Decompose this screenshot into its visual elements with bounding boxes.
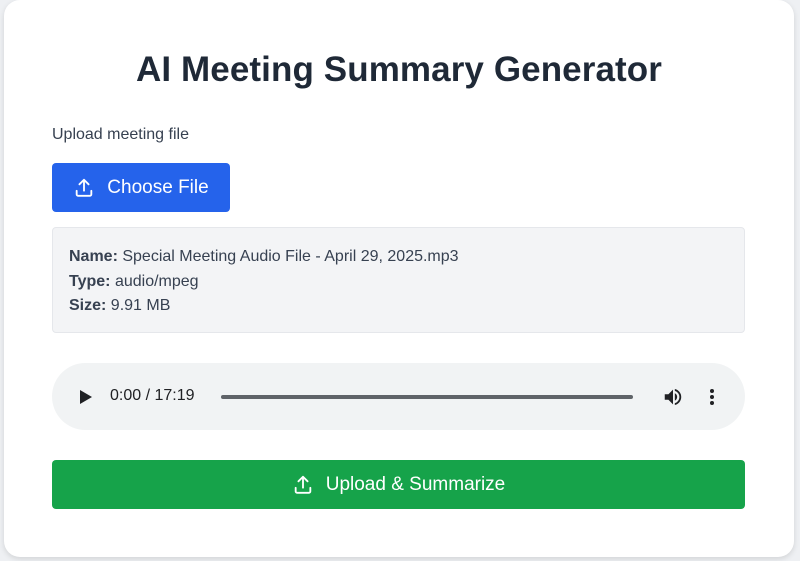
upload-icon bbox=[292, 474, 314, 496]
page-title: AI Meeting Summary Generator bbox=[136, 50, 662, 89]
file-type-value: audio/mpeg bbox=[114, 272, 199, 290]
file-name-row: Name: Special Meeting Audio File - April… bbox=[69, 245, 728, 270]
upload-summarize-label: Upload & Summarize bbox=[325, 473, 506, 495]
main-card: AI Meeting Summary Generator Upload meet… bbox=[4, 0, 794, 557]
upload-label: Upload meeting file bbox=[52, 126, 189, 143]
choose-file-label: Choose File bbox=[107, 176, 209, 198]
audio-progress-track[interactable] bbox=[221, 395, 633, 399]
play-icon[interactable] bbox=[79, 389, 93, 405]
file-size-label: Size: bbox=[69, 297, 107, 314]
upload-summarize-button[interactable]: Upload & Summarize bbox=[52, 460, 745, 509]
choose-file-button[interactable]: Choose File bbox=[52, 163, 230, 212]
file-size-row: Size: 9.91 MB bbox=[69, 294, 728, 319]
file-info-box: Name: Special Meeting Audio File - April… bbox=[52, 227, 745, 333]
audio-player: 0:00 / 17:19 bbox=[52, 363, 745, 430]
file-name-value: Special Meeting Audio File - April 29, 2… bbox=[122, 248, 459, 265]
more-vertical-icon[interactable] bbox=[706, 386, 718, 408]
upload-icon bbox=[73, 177, 95, 199]
volume-icon[interactable] bbox=[662, 386, 684, 408]
file-size-value: 9.91 MB bbox=[110, 297, 171, 314]
file-name-label: Name: bbox=[69, 248, 118, 265]
file-type-row: Type: audio/mpeg bbox=[69, 270, 728, 295]
file-type-label: Type: bbox=[69, 272, 111, 290]
audio-time: 0:00 / 17:19 bbox=[110, 387, 195, 404]
